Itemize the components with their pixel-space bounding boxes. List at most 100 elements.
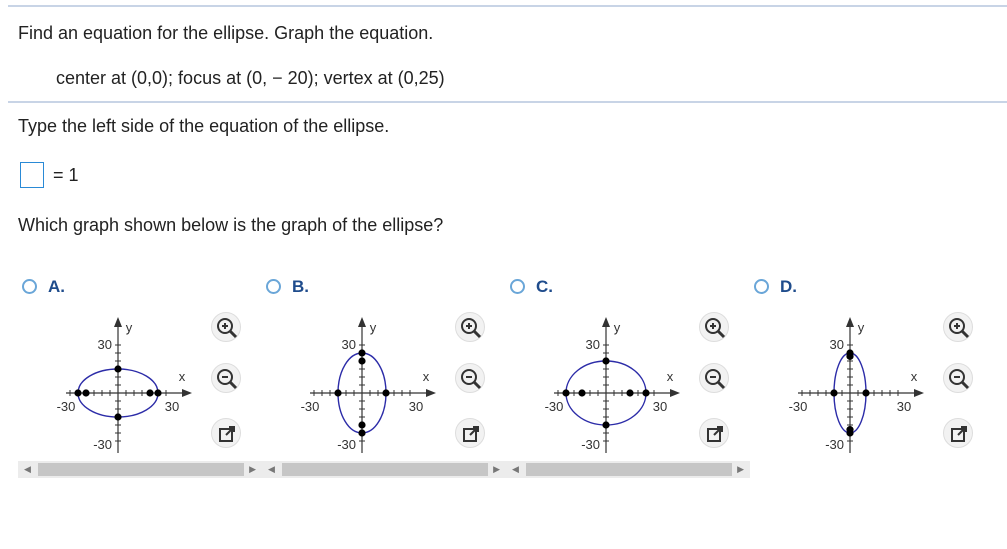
x-axis-label: x [911, 369, 918, 384]
vertex-point [642, 389, 650, 397]
scroll-right-icon[interactable]: ▶ [249, 464, 256, 475]
equation-answer-input[interactable] [20, 162, 44, 188]
vertex-point [562, 389, 570, 397]
option-b-label: B. [292, 277, 309, 296]
zoom-out-icon [949, 369, 970, 390]
vertex-point [154, 389, 162, 397]
y-min-tick-label: -30 [93, 437, 112, 452]
scroll-left-icon[interactable]: ◀ [512, 464, 519, 475]
x-axis-arrow [426, 389, 436, 397]
popout-button-d[interactable] [943, 418, 973, 448]
radio-option-c[interactable] [510, 279, 525, 294]
zoom-in-button-a[interactable] [211, 312, 241, 342]
scroll-thumb[interactable] [38, 463, 244, 476]
x-axis-arrow [670, 389, 680, 397]
zoom-in-icon [949, 318, 970, 339]
radio-option-d[interactable] [754, 279, 769, 294]
popout-icon [463, 426, 479, 442]
graph-a-svg: yx30-30-30 30 [57, 317, 192, 453]
y-axis-arrow [602, 317, 610, 327]
graph-c-svg: yx30-30-30 30 [545, 317, 680, 453]
zoom-out-button-a[interactable] [211, 363, 241, 393]
zoom-out-icon [217, 369, 238, 390]
x-axis-arrow [914, 389, 924, 397]
top-divider [8, 5, 1007, 7]
y-axis-label: y [370, 320, 377, 335]
scrollbar-b[interactable]: ◀ ▶ [262, 461, 506, 478]
graph-b-svg: yx30-30-30 30 [301, 317, 436, 453]
covertex-point [602, 357, 610, 365]
y-min-tick-label: -30 [581, 437, 600, 452]
popout-button-a[interactable] [211, 418, 241, 448]
scrollbar-c[interactable]: ◀ ▶ [506, 461, 750, 478]
graph-option-d: y x 30 -30 -30 30 [782, 310, 942, 465]
scroll-right-icon[interactable]: ▶ [737, 464, 744, 475]
focus-point [578, 389, 586, 397]
scroll-left-icon[interactable]: ◀ [24, 464, 31, 475]
x-axis-label: x [667, 369, 674, 384]
y-min-tick-label: -30 [337, 437, 356, 452]
y-axis-arrow [114, 317, 122, 327]
covertex-point [334, 389, 342, 397]
focus-point [846, 352, 854, 360]
focus-point [358, 421, 366, 429]
y-axis-arrow [846, 317, 854, 327]
popout-icon [219, 426, 235, 442]
y-min-tick-label: -30 [825, 437, 844, 452]
covertex-point [830, 389, 838, 397]
x-axis-label: x [179, 369, 186, 384]
y-max-tick-label: 30 [342, 337, 356, 352]
vertex-point [358, 429, 366, 437]
scroll-left-icon[interactable]: ◀ [268, 464, 275, 475]
focus-point [626, 389, 634, 397]
scroll-right-icon[interactable]: ▶ [493, 464, 500, 475]
x-axis-arrow [182, 389, 192, 397]
option-c-label: C. [536, 277, 553, 296]
scroll-thumb[interactable] [526, 463, 732, 476]
x-max-tick-label: 30 [165, 399, 179, 414]
zoom-in-button-c[interactable] [699, 312, 729, 342]
zoom-out-button-d[interactable] [943, 363, 973, 393]
zoom-in-button-b[interactable] [455, 312, 485, 342]
radio-option-a[interactable] [22, 279, 37, 294]
instruction-text: Type the left side of the equation of th… [18, 116, 390, 136]
zoom-in-button-d[interactable] [943, 312, 973, 342]
equals-one-label: = 1 [53, 165, 79, 185]
vertex-point [358, 349, 366, 357]
zoom-out-button-c[interactable] [699, 363, 729, 393]
x-min-tick-label: -30 [301, 399, 320, 414]
zoom-in-icon [461, 318, 482, 339]
scrollbar-a[interactable]: ◀ ▶ [18, 461, 262, 478]
x-min-tick-label: -30 [545, 399, 564, 414]
covertex-point [862, 389, 870, 397]
y-max-tick-label: 30 [98, 337, 112, 352]
popout-icon [951, 426, 967, 442]
vertex-point [74, 389, 82, 397]
graph-option-b: y x 30 -30 -30 30 [294, 310, 454, 465]
focus-point [846, 426, 854, 434]
question-prompt: Find an equation for the ellipse. Graph … [18, 23, 434, 43]
scroll-thumb[interactable] [282, 463, 488, 476]
y-axis-label: y [614, 320, 621, 335]
zoom-in-icon [705, 318, 726, 339]
y-max-tick-label: 30 [830, 337, 844, 352]
popout-icon [707, 426, 723, 442]
zoom-out-button-b[interactable] [455, 363, 485, 393]
y-axis-label: y [858, 320, 865, 335]
x-max-tick-label: 30 [653, 399, 667, 414]
zoom-out-icon [705, 369, 726, 390]
option-d-label: D. [780, 277, 797, 296]
popout-button-c[interactable] [699, 418, 729, 448]
graph-option-a: y x 30 -30 -30 30 [50, 310, 210, 465]
covertex-point [602, 421, 610, 429]
popout-button-b[interactable] [455, 418, 485, 448]
focus-point [82, 389, 90, 397]
x-axis-label: x [423, 369, 430, 384]
radio-option-b[interactable] [266, 279, 281, 294]
y-max-tick-label: 30 [586, 337, 600, 352]
focus-point [358, 357, 366, 365]
graph-option-c: y x 30 -30 -30 30 [538, 310, 698, 465]
zoom-out-icon [461, 369, 482, 390]
x-min-tick-label: -30 [57, 399, 76, 414]
covertex-point [114, 413, 122, 421]
